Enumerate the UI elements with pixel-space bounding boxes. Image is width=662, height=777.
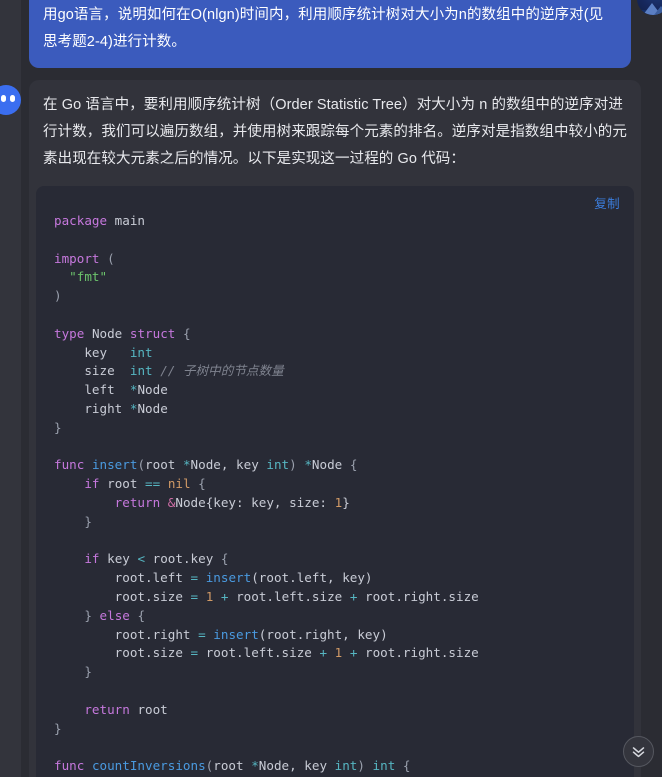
scroll-to-bottom-button[interactable]	[623, 736, 654, 767]
code-content[interactable]: package main import ( "fmt" ) type Node …	[36, 196, 634, 777]
assistant-message-bubble: 在 Go 语言中，要利用顺序统计树（Order Statistic Tree）对…	[29, 80, 641, 777]
copy-code-button[interactable]: 复制	[594, 193, 620, 212]
double-chevron-down-icon	[632, 747, 645, 758]
left-rail	[0, 0, 21, 777]
code-block: 复制 package main import ( "fmt" ) type No…	[36, 186, 634, 777]
bot-eye-right-icon	[10, 95, 15, 102]
chat-window: 用go语言，说明如何在O(nlgn)时间内，利用顺序统计树对大小为n的数组中的逆…	[0, 0, 662, 777]
user-message-bubble: 用go语言，说明如何在O(nlgn)时间内，利用顺序统计树对大小为n的数组中的逆…	[29, 0, 631, 68]
assistant-message-text: 在 Go 语言中，要利用顺序统计树（Order Statistic Tree）对…	[43, 97, 627, 167]
user-avatar[interactable]	[637, 0, 662, 15]
code-comment: // 子树中的节点数量	[160, 363, 284, 379]
mountain-shape	[654, 6, 662, 15]
bot-eye-left-icon	[1, 95, 6, 102]
